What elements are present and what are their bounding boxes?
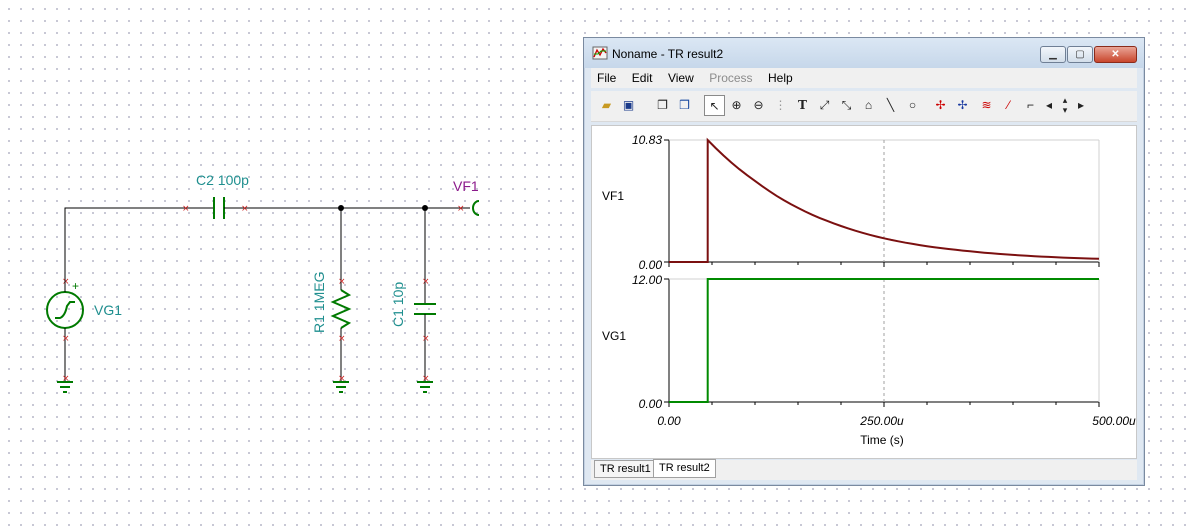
- menu-process[interactable]: Process: [703, 68, 757, 85]
- svg-text:×: ×: [182, 204, 190, 214]
- next-icon[interactable]: ▸: [1074, 95, 1088, 116]
- schematic-canvas[interactable]: × × ×× ×× ×× × × × × C2 100p + VG1 R1 1MEG …: [0, 0, 580, 531]
- copy-icon[interactable]: ❐: [652, 95, 673, 116]
- legend-icon[interactable]: ⌂: [858, 95, 879, 116]
- svg-text:×: ×: [422, 277, 430, 287]
- junction-node-1: [338, 205, 344, 211]
- svg-text:×: ×: [422, 334, 430, 344]
- line-icon[interactable]: ╲: [880, 95, 901, 116]
- svg-text:×: ×: [338, 277, 346, 287]
- tab-tr-result1[interactable]: TR result1: [594, 460, 657, 478]
- cursor-a-icon[interactable]: ✢: [930, 95, 951, 116]
- svg-text:×: ×: [62, 334, 70, 344]
- menu-bar: File Edit View Process Help: [591, 68, 1137, 88]
- close-icon: ✕: [1111, 49, 1120, 60]
- vf1-label: VF1: [453, 178, 479, 194]
- save-icon[interactable]: ▣: [618, 95, 639, 116]
- result-tabs: TR result1 TR result2: [591, 459, 1137, 480]
- x-axis-label: Time (s): [860, 433, 904, 447]
- capacitor-c1[interactable]: [414, 282, 436, 336]
- xtick-500u: 500.00u: [1092, 414, 1136, 428]
- vg1-ytick-max: 12.00: [632, 273, 662, 287]
- maximize-icon: ▢: [1075, 49, 1085, 60]
- transient-chart[interactable]: VF1 VG1 10.83 0.00 12.00 0.00 0.00 250.0…: [592, 126, 1136, 458]
- curve-label-icon[interactable]: ⤢: [814, 95, 835, 116]
- maximize-button[interactable]: ▢: [1067, 46, 1093, 63]
- menu-file[interactable]: File: [591, 68, 621, 85]
- zoom-100-icon[interactable]: ⊖: [748, 95, 769, 116]
- c1-label: C1 10p: [390, 282, 406, 327]
- output-pin-vf1[interactable]: [472, 200, 480, 216]
- window-titlebar[interactable]: Noname - TR result2 ▁ ▢ ✕: [584, 38, 1144, 68]
- capacitor-c2[interactable]: [197, 197, 243, 219]
- app-icon: [592, 46, 608, 60]
- r1-label: R1 1MEG: [311, 272, 327, 333]
- vf1-ytick-max: 10.83: [632, 133, 662, 147]
- curve-label-2-icon[interactable]: ⤡: [836, 95, 857, 116]
- chart-marks: [664, 137, 1100, 407]
- grid-icon[interactable]: ⋮: [770, 95, 791, 116]
- junction-node-2: [422, 205, 428, 211]
- prev-icon[interactable]: ◂: [1042, 95, 1056, 116]
- menu-edit[interactable]: Edit: [626, 68, 658, 85]
- vg1-label: VG1: [94, 302, 122, 318]
- minimize-button[interactable]: ▁: [1040, 46, 1066, 63]
- cursor-b-icon[interactable]: ✢: [952, 95, 973, 116]
- window-title: Noname - TR result2: [612, 47, 724, 61]
- plot-area[interactable]: VF1 VG1 10.83 0.00 12.00 0.00 0.00 250.0…: [591, 125, 1137, 459]
- svg-text:×: ×: [62, 277, 70, 287]
- minimize-icon: ▁: [1049, 49, 1057, 60]
- resistor-r1[interactable]: [330, 282, 352, 336]
- up-down-icon[interactable]: ▴ ▾: [1058, 95, 1072, 116]
- panel-label-vf1: VF1: [602, 189, 624, 203]
- c2-label: C2 100p: [196, 172, 249, 188]
- svg-text:×: ×: [241, 204, 249, 214]
- vf1-ytick-min: 0.00: [639, 258, 663, 272]
- pointer-icon[interactable]: ↖: [704, 95, 725, 116]
- vg1-ytick-min: 0.00: [639, 397, 663, 411]
- toolbar: ▰ ▣ ❐ ❒ ↖ ⊕ ⊖ ⋮ T ⤢ ⤡ ⌂ ╲ ○ ✢ ✢ ≋ ⁄ ⌐ ◂ …: [591, 91, 1137, 122]
- circle-icon[interactable]: ○: [902, 95, 923, 116]
- svg-text:×: ×: [338, 334, 346, 344]
- menu-help[interactable]: Help: [762, 68, 798, 85]
- zoom-in-icon[interactable]: ⊕: [726, 95, 747, 116]
- open-folder-icon[interactable]: ▰: [596, 95, 617, 116]
- svg-text:×: ×: [457, 204, 465, 214]
- cursor-icon[interactable]: ⌐: [1020, 95, 1041, 116]
- source-polarity-plus: +: [72, 279, 79, 293]
- panel-label-vg1: VG1: [602, 329, 626, 343]
- wire-source-to-c2[interactable]: [64, 207, 197, 280]
- marker-icon[interactable]: ⁄: [998, 95, 1019, 116]
- tr-result-window[interactable]: Noname - TR result2 ▁ ▢ ✕ File Edit View…: [583, 37, 1145, 486]
- tab-tr-result2[interactable]: TR result2: [653, 459, 716, 478]
- xtick-0: 0.00: [657, 414, 681, 428]
- xtick-250u: 250.00u: [859, 414, 904, 428]
- curves-icon[interactable]: ≋: [976, 95, 997, 116]
- paste-icon[interactable]: ❒: [674, 95, 695, 116]
- menu-view[interactable]: View: [662, 68, 699, 85]
- close-button[interactable]: ✕: [1094, 46, 1137, 63]
- text-icon[interactable]: T: [792, 95, 813, 116]
